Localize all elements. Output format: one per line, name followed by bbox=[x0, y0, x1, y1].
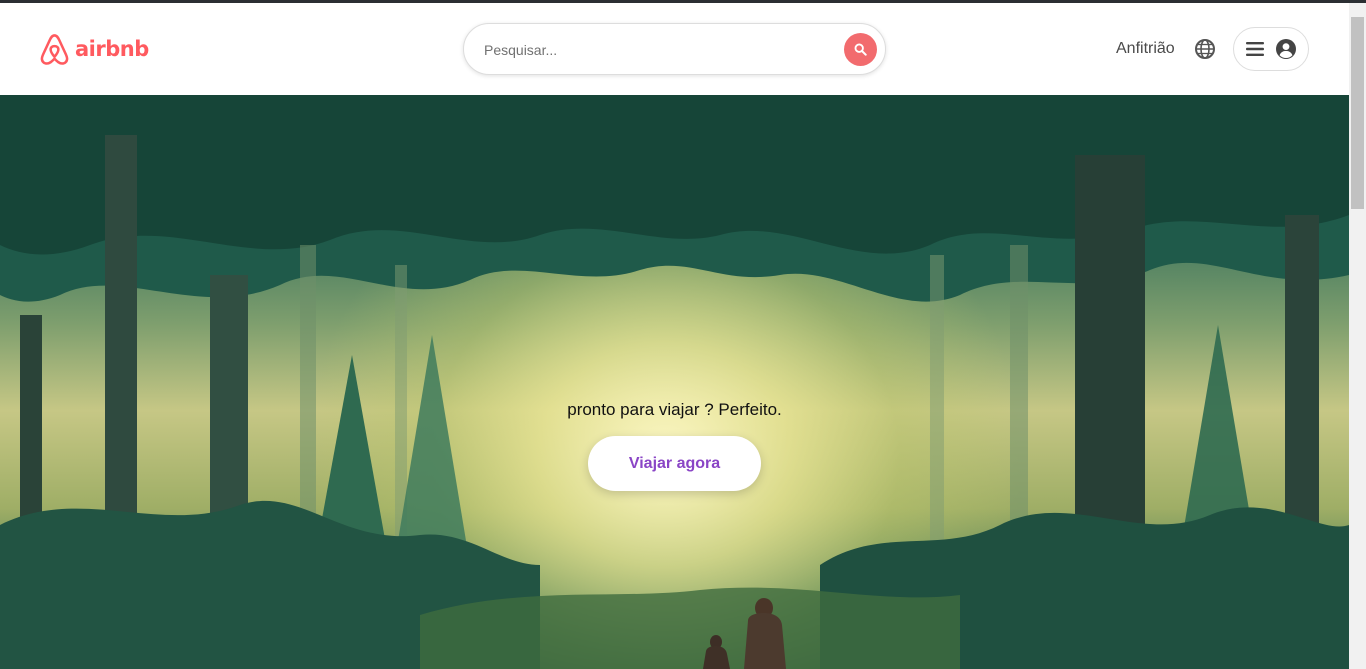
globe-icon[interactable] bbox=[1194, 38, 1216, 60]
hero-tagline: pronto para viajar ? Perfeito. bbox=[567, 400, 782, 419]
forest-illustration bbox=[0, 95, 1349, 669]
search-icon bbox=[854, 43, 867, 56]
airbnb-logo[interactable]: airbnb bbox=[39, 32, 149, 66]
search-bar[interactable] bbox=[463, 23, 886, 75]
airbnb-logo-icon bbox=[40, 34, 69, 65]
user-menu-button[interactable] bbox=[1233, 27, 1309, 71]
brand-name: airbnb bbox=[75, 37, 149, 61]
search-button[interactable] bbox=[844, 33, 877, 66]
site-header: airbnb Anfitrião bbox=[0, 3, 1349, 95]
hamburger-icon bbox=[1246, 42, 1264, 56]
user-circle-icon bbox=[1276, 39, 1296, 59]
travel-now-button[interactable]: Viajar agora bbox=[588, 436, 761, 491]
page-scrollbar[interactable] bbox=[1349, 3, 1366, 669]
search-input[interactable] bbox=[484, 37, 844, 63]
hero-banner: pronto para viajar ? Perfeito. Viajar ag… bbox=[0, 95, 1349, 669]
host-link[interactable]: Anfitrião bbox=[1116, 40, 1175, 58]
scrollbar-thumb[interactable] bbox=[1351, 17, 1364, 209]
